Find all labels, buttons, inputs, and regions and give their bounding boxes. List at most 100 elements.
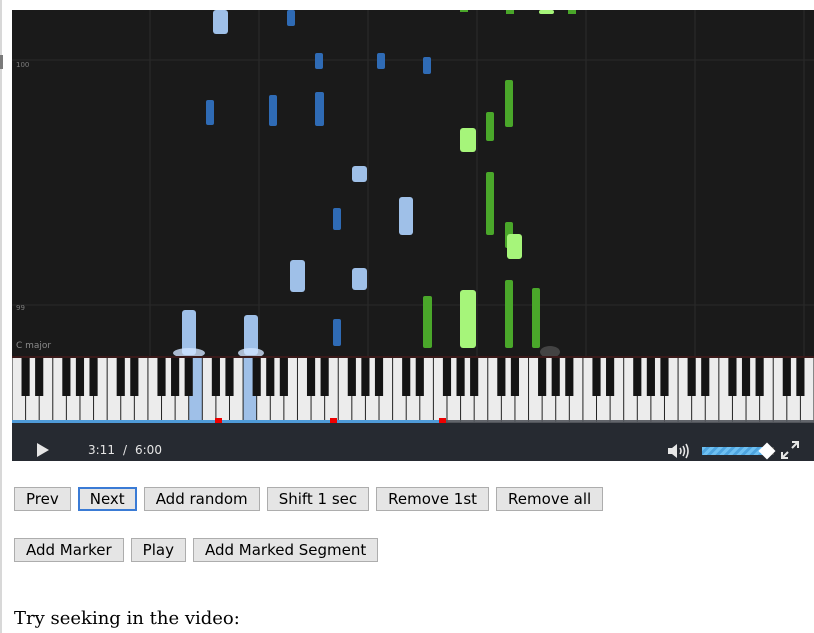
play-button[interactable]: Play	[130, 538, 186, 562]
measure-label: 100	[16, 61, 30, 69]
black-key	[211, 358, 220, 396]
shift-1-sec-button[interactable]: Shift 1 sec	[266, 487, 370, 511]
black-key	[171, 358, 180, 396]
measure-label: 99	[16, 304, 25, 312]
note	[460, 10, 468, 12]
black-key	[606, 358, 615, 396]
note	[213, 10, 228, 34]
note	[287, 10, 295, 26]
note	[377, 53, 385, 69]
black-key	[225, 358, 234, 396]
note	[206, 100, 214, 125]
remove-all-button[interactable]: Remove all	[496, 487, 604, 511]
time-display: 3:11 / 6:00	[88, 443, 162, 457]
black-key	[646, 358, 655, 396]
add-random-button[interactable]: Add random	[143, 487, 260, 511]
button-row-markers: Add Marker Play Add Marked Segment	[14, 538, 379, 562]
black-key	[701, 358, 710, 396]
black-key	[62, 358, 71, 396]
note	[423, 57, 431, 74]
black-key	[755, 358, 764, 396]
note	[507, 234, 522, 259]
remove-first-button[interactable]: Remove 1st	[376, 487, 490, 511]
note	[399, 197, 413, 235]
note	[506, 10, 514, 14]
seek-instructions: Try seeking in the video:	[14, 608, 240, 629]
black-key	[279, 358, 288, 396]
add-marked-segment-button[interactable]: Add Marked Segment	[192, 538, 379, 562]
note	[505, 280, 513, 348]
black-key	[89, 358, 98, 396]
note	[333, 208, 341, 230]
segment-marker[interactable]	[215, 418, 222, 423]
speaker-icon[interactable]	[666, 442, 690, 460]
note	[352, 268, 367, 290]
black-key	[538, 358, 547, 396]
note	[532, 288, 540, 348]
black-key	[687, 358, 696, 396]
progress-bar[interactable]	[12, 418, 814, 423]
segment-marker[interactable]	[330, 418, 337, 423]
black-key	[510, 358, 520, 396]
note	[460, 128, 476, 152]
black-key	[741, 358, 751, 396]
volume-slider[interactable]	[702, 442, 776, 460]
fullscreen-icon[interactable]	[780, 440, 800, 460]
segment-marker[interactable]	[439, 418, 446, 423]
piano-keys	[12, 358, 814, 422]
button-row-primary: Prev Next Add random Shift 1 sec Remove …	[14, 487, 604, 511]
note	[505, 80, 513, 127]
current-time: 3:11	[88, 443, 115, 457]
note	[460, 290, 476, 348]
black-key	[796, 358, 805, 396]
black-key	[347, 358, 356, 396]
page-left-scroll-mark	[0, 55, 3, 69]
black-key	[782, 358, 791, 396]
time-separator: /	[122, 443, 127, 457]
black-key	[306, 358, 316, 396]
black-key	[442, 358, 452, 396]
note	[315, 53, 323, 69]
note	[486, 112, 494, 141]
note	[539, 10, 554, 14]
black-key	[633, 358, 642, 396]
duration: 6:00	[135, 443, 162, 457]
black-key	[130, 358, 139, 396]
black-key	[374, 358, 384, 396]
play-icon[interactable]	[36, 442, 50, 458]
prev-button[interactable]: Prev	[14, 487, 71, 511]
black-key	[116, 358, 125, 396]
key-signature-label: C major	[16, 341, 52, 351]
black-key	[35, 358, 44, 396]
black-key	[497, 358, 506, 396]
note	[423, 296, 432, 348]
add-marker-button[interactable]: Add Marker	[14, 538, 124, 562]
black-key	[728, 358, 737, 396]
black-key	[470, 358, 479, 396]
black-key	[157, 358, 166, 396]
note	[315, 92, 324, 126]
black-key	[252, 358, 261, 396]
note	[352, 166, 367, 182]
piano-roll-canvas	[12, 10, 814, 356]
black-key	[565, 358, 574, 396]
black-key	[456, 358, 465, 396]
black-key	[21, 358, 30, 396]
volume-fill	[702, 447, 767, 455]
volume-knob[interactable]	[758, 442, 776, 460]
note	[269, 95, 277, 126]
note	[290, 260, 305, 292]
note	[486, 172, 494, 235]
black-key	[402, 358, 411, 396]
black-key	[415, 358, 424, 396]
black-key	[184, 358, 193, 396]
black-key	[551, 358, 560, 396]
next-button[interactable]: Next	[77, 487, 137, 511]
note	[333, 319, 341, 346]
piano-keyboard	[12, 356, 814, 422]
piano-roll: 100 99 C major	[12, 10, 814, 356]
player-controls: 3:11 / 6:00	[12, 418, 814, 461]
video-player[interactable]: 100 99 C major 3:11 / 6:00	[12, 10, 814, 461]
black-key	[361, 358, 370, 396]
page-left-edge	[0, 0, 2, 633]
